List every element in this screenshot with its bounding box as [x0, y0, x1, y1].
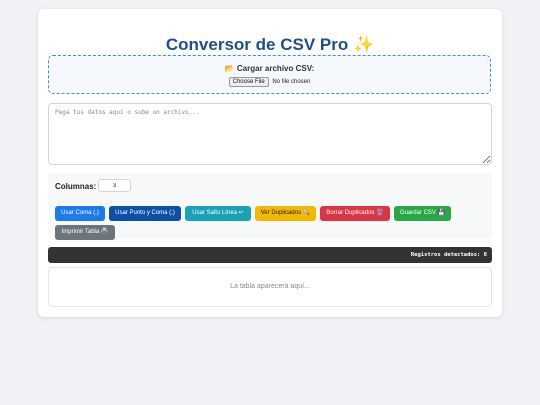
- controls-panel: Columnas: Usar Coma (,) Usar Punto y Com…: [48, 173, 492, 240]
- file-upload-area[interactable]: 📂 Cargar archivo CSV: Choose File No fil…: [48, 55, 491, 94]
- use-newline-button[interactable]: Usar Salto Línea ↵: [185, 206, 251, 221]
- records-count: Registros detectados: 0: [410, 252, 487, 258]
- converter-card: Conversor de CSV Pro ✨ 📂 Cargar archivo …: [38, 9, 502, 317]
- choose-file-button[interactable]: Choose File: [228, 77, 269, 87]
- use-comma-button[interactable]: Usar Coma (,): [55, 206, 105, 221]
- table-placeholder: La tabla aparecerá aquí...: [230, 283, 310, 290]
- save-csv-button[interactable]: Guardar CSV 💾: [394, 206, 451, 221]
- csv-data-textarea[interactable]: [48, 103, 492, 165]
- file-status-text: No file chosen: [272, 79, 311, 85]
- status-bar: Registros detectados: 0: [48, 247, 492, 263]
- delete-duplicates-button[interactable]: Borrar Duplicados 🗑️: [320, 206, 390, 221]
- columns-label: Columnas:: [55, 182, 97, 191]
- table-output: La tabla aparecerá aquí...: [48, 267, 492, 307]
- show-duplicates-button[interactable]: Ver Duplicados 🔍: [255, 206, 316, 221]
- print-table-button[interactable]: Imprimir Tabla 🖨️: [55, 225, 115, 240]
- upload-label: 📂 Cargar archivo CSV:: [224, 64, 315, 73]
- page-title: Conversor de CSV Pro ✨: [165, 35, 375, 54]
- columns-input[interactable]: [98, 179, 131, 192]
- use-semicolon-button[interactable]: Usar Punto y Coma (;): [109, 206, 181, 221]
- file-input-row: Choose File No file chosen: [49, 77, 490, 87]
